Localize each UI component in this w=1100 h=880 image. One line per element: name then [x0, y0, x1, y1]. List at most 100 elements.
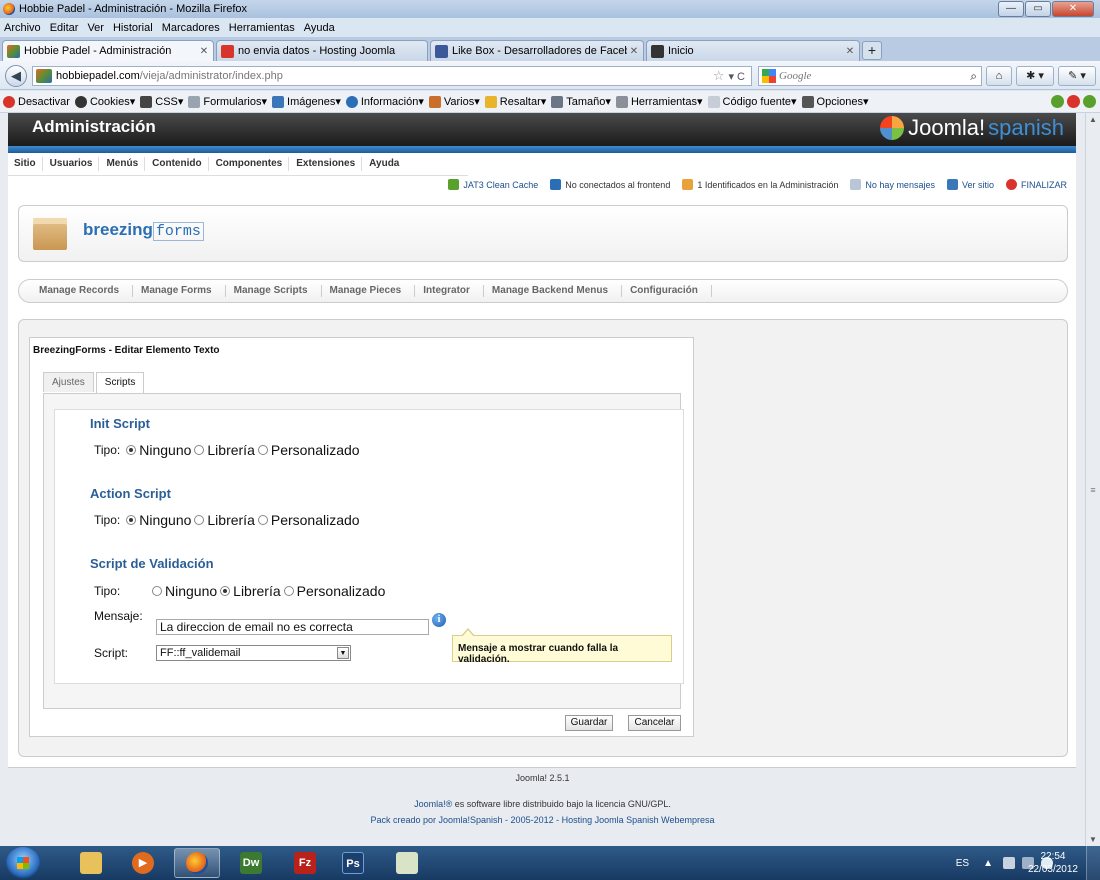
- info-icon[interactable]: i: [432, 613, 446, 627]
- close-tab-icon[interactable]: ✕: [843, 46, 857, 57]
- menu-archivo[interactable]: Archivo: [4, 22, 41, 34]
- taskbar-media-player[interactable]: ▶: [120, 848, 166, 878]
- menu-marcadores[interactable]: Marcadores: [162, 22, 220, 34]
- devbar-desactivar[interactable]: Desactivar: [3, 95, 70, 108]
- close-tab-icon[interactable]: ✕: [627, 46, 641, 57]
- close-tab-icon[interactable]: ✕: [197, 46, 211, 57]
- cancel-button[interactable]: Cancelar: [628, 715, 681, 731]
- validation-ninguno-radio[interactable]: [152, 586, 162, 596]
- scripts-tab-panel: Init Script Tipo: Ninguno Librería Perso…: [43, 393, 684, 709]
- taskbar-explorer[interactable]: [68, 848, 114, 878]
- devbar-codigo-fuente[interactable]: Código fuente ▾: [707, 95, 797, 108]
- menu-editar[interactable]: Editar: [50, 22, 79, 34]
- tab-scripts[interactable]: Scripts: [95, 372, 145, 393]
- joomla-link[interactable]: Joomla!®: [414, 799, 452, 809]
- admin-menu-contenido[interactable]: Contenido: [146, 157, 209, 171]
- view-site-link[interactable]: Ver sitio: [946, 179, 994, 190]
- action-ninguno-radio[interactable]: [126, 515, 137, 525]
- clock[interactable]: 22:54 22/03/2012: [1028, 850, 1078, 876]
- tray-expand-icon[interactable]: ▲: [983, 858, 993, 869]
- taskbar-notepad[interactable]: [384, 848, 430, 878]
- submenu-configuracion[interactable]: Configuración: [622, 285, 712, 297]
- browser-tab-facebook[interactable]: Like Box - Desarrolladores de Facebook ✕: [430, 40, 644, 61]
- logout-link[interactable]: FINALIZAR: [1005, 179, 1067, 190]
- taskbar-dreamweaver[interactable]: Dw: [228, 848, 274, 878]
- script-select[interactable]: FF::ff_validemail ▼: [156, 645, 351, 661]
- scroll-down-icon[interactable]: ▼: [1089, 835, 1097, 844]
- vertical-scrollbar[interactable]: ▲ ≡ ▼: [1085, 113, 1100, 846]
- network-icon[interactable]: [1003, 857, 1015, 869]
- search-box[interactable]: ⌕: [758, 66, 982, 86]
- google-icon[interactable]: [762, 69, 776, 83]
- submenu-manage-records[interactable]: Manage Records: [31, 285, 134, 297]
- reload-icon[interactable]: ▾ C: [728, 70, 745, 83]
- start-button[interactable]: [6, 847, 40, 879]
- url-text[interactable]: hobbiepadel.com/vieja/administrator/inde…: [56, 70, 713, 82]
- admin-menu-sitio[interactable]: Sitio: [8, 157, 43, 171]
- minimize-button[interactable]: —: [998, 1, 1024, 17]
- devbar-css[interactable]: CSS ▾: [140, 95, 183, 108]
- save-button[interactable]: Guardar: [565, 715, 613, 731]
- submenu-integrator[interactable]: Integrator: [415, 285, 484, 297]
- browser-tab-admin[interactable]: Hobbie Padel - Administración ✕: [2, 40, 214, 61]
- taskbar-filezilla[interactable]: Fz: [282, 848, 328, 878]
- new-tab-button[interactable]: +: [862, 41, 882, 60]
- scroll-up-icon[interactable]: ▲: [1089, 115, 1097, 124]
- admin-menu-componentes[interactable]: Componentes: [210, 157, 290, 171]
- init-personalizado-radio[interactable]: [257, 445, 268, 455]
- url-bar[interactable]: hobbiepadel.com/vieja/administrator/inde…: [32, 66, 752, 86]
- footer-pack-link[interactable]: Pack creado por Joomla!Spanish - 2005-20…: [0, 815, 1085, 825]
- menu-herramientas[interactable]: Herramientas: [229, 22, 295, 34]
- admin-menu-extensiones[interactable]: Extensiones: [290, 157, 363, 171]
- submenu-manage-scripts[interactable]: Manage Scripts: [226, 285, 322, 297]
- admin-menu-menus[interactable]: Menús: [100, 157, 146, 171]
- scroll-grip-icon[interactable]: ≡: [1088, 485, 1098, 495]
- tools-button[interactable]: ✎ ▾: [1058, 66, 1096, 86]
- validation-personalizado-radio[interactable]: [283, 586, 294, 596]
- addon-button[interactable]: ✱ ▾: [1016, 66, 1054, 86]
- language-indicator[interactable]: ES: [956, 858, 969, 869]
- close-window-button[interactable]: ✕: [1052, 1, 1094, 17]
- breezingforms-header: breezing forms: [18, 205, 1068, 262]
- menu-ver[interactable]: Ver: [87, 22, 104, 34]
- tab-ajustes[interactable]: Ajustes: [43, 372, 94, 392]
- devbar-imagenes[interactable]: Imágenes ▾: [272, 95, 341, 108]
- menu-ayuda[interactable]: Ayuda: [304, 22, 335, 34]
- action-personalizado-radio[interactable]: [257, 515, 268, 525]
- validation-libreria-radio[interactable]: [220, 586, 231, 596]
- search-input[interactable]: [779, 70, 971, 82]
- home-button[interactable]: ⌂: [986, 66, 1012, 86]
- init-libreria-radio[interactable]: [194, 445, 205, 455]
- taskbar-firefox[interactable]: [174, 848, 220, 878]
- browser-tab-inicio[interactable]: Inicio ✕: [646, 40, 860, 61]
- maximize-button[interactable]: ▭: [1025, 1, 1051, 17]
- bookmark-star-icon[interactable]: ☆: [713, 68, 725, 84]
- submenu-manage-backend-menus[interactable]: Manage Backend Menus: [484, 285, 623, 297]
- devbar-resaltar[interactable]: Resaltar ▾: [484, 95, 546, 108]
- devbar-opciones[interactable]: Opciones ▾: [801, 95, 869, 108]
- taskbar-photoshop[interactable]: Ps: [330, 848, 376, 878]
- devbar-herramientas[interactable]: Herramientas ▾: [615, 95, 703, 108]
- submenu-manage-forms[interactable]: Manage Forms: [133, 285, 226, 297]
- show-desktop-button[interactable]: [1086, 846, 1100, 880]
- cache-link[interactable]: JAT3 Clean Cache: [448, 179, 538, 190]
- devbar-informacion[interactable]: Información ▾: [345, 95, 424, 108]
- init-ninguno-radio[interactable]: [126, 445, 137, 455]
- devbar-cookies[interactable]: Cookies ▾: [74, 95, 135, 108]
- back-button[interactable]: ◀: [5, 65, 27, 87]
- search-icon[interactable]: ⌕: [970, 69, 977, 84]
- admin-menu-usuarios[interactable]: Usuarios: [44, 157, 100, 171]
- browser-tab-hosting[interactable]: no envia datos - Hosting Joomla: [216, 40, 428, 61]
- menu-historial[interactable]: Historial: [113, 22, 153, 34]
- admin-menu-ayuda[interactable]: Ayuda: [363, 157, 405, 171]
- joomla-icon: [651, 44, 664, 58]
- chevron-down-icon[interactable]: ▼: [337, 647, 349, 659]
- messages-link[interactable]: No hay mensajes: [850, 179, 935, 190]
- check-icon: [1083, 95, 1096, 108]
- devbar-tamano[interactable]: Tamaño ▾: [551, 95, 611, 108]
- mensaje-input[interactable]: La direccion de email no es correcta: [156, 619, 429, 635]
- devbar-varios[interactable]: Varios ▾: [428, 95, 480, 108]
- devbar-formularios[interactable]: Formularios ▾: [188, 95, 267, 108]
- submenu-manage-pieces[interactable]: Manage Pieces: [322, 285, 416, 297]
- action-libreria-radio[interactable]: [194, 515, 205, 525]
